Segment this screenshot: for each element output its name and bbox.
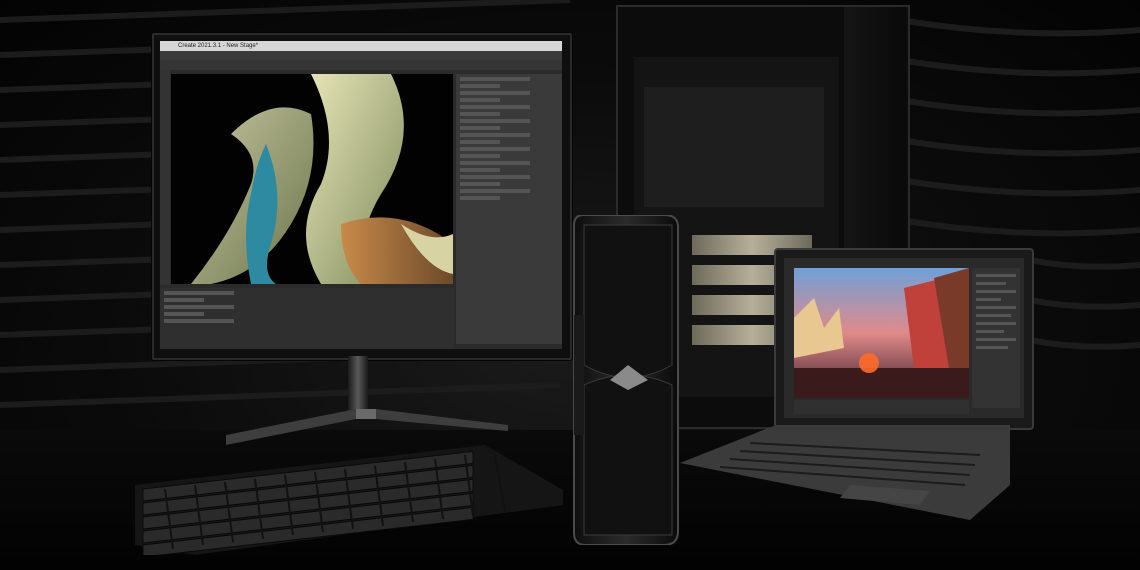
graphics-card bbox=[573, 215, 679, 545]
app-tool-strip bbox=[160, 70, 170, 285]
laptop-lid bbox=[774, 248, 1034, 430]
render-viewport bbox=[171, 74, 453, 284]
app-menu-bar bbox=[160, 51, 562, 64]
properties-panel bbox=[456, 74, 562, 344]
stage-panel bbox=[160, 288, 454, 349]
product-scene: Create 2021.3.1 - New Stage* bbox=[0, 0, 1140, 570]
cloth-render bbox=[171, 74, 453, 284]
motherboard bbox=[644, 87, 824, 207]
laptop-screen bbox=[784, 258, 1024, 418]
laptop-render bbox=[784, 258, 1024, 418]
app-title-bar: Create 2021.3.1 - New Stage* bbox=[160, 41, 562, 51]
laptop-base bbox=[680, 425, 1010, 520]
monitor-stand-base bbox=[226, 409, 508, 445]
monitor-screen: Create 2021.3.1 - New Stage* bbox=[160, 41, 562, 349]
monitor: Create 2021.3.1 - New Stage* bbox=[152, 33, 572, 360]
keyboard bbox=[135, 445, 563, 555]
app-toolbar bbox=[160, 60, 562, 70]
